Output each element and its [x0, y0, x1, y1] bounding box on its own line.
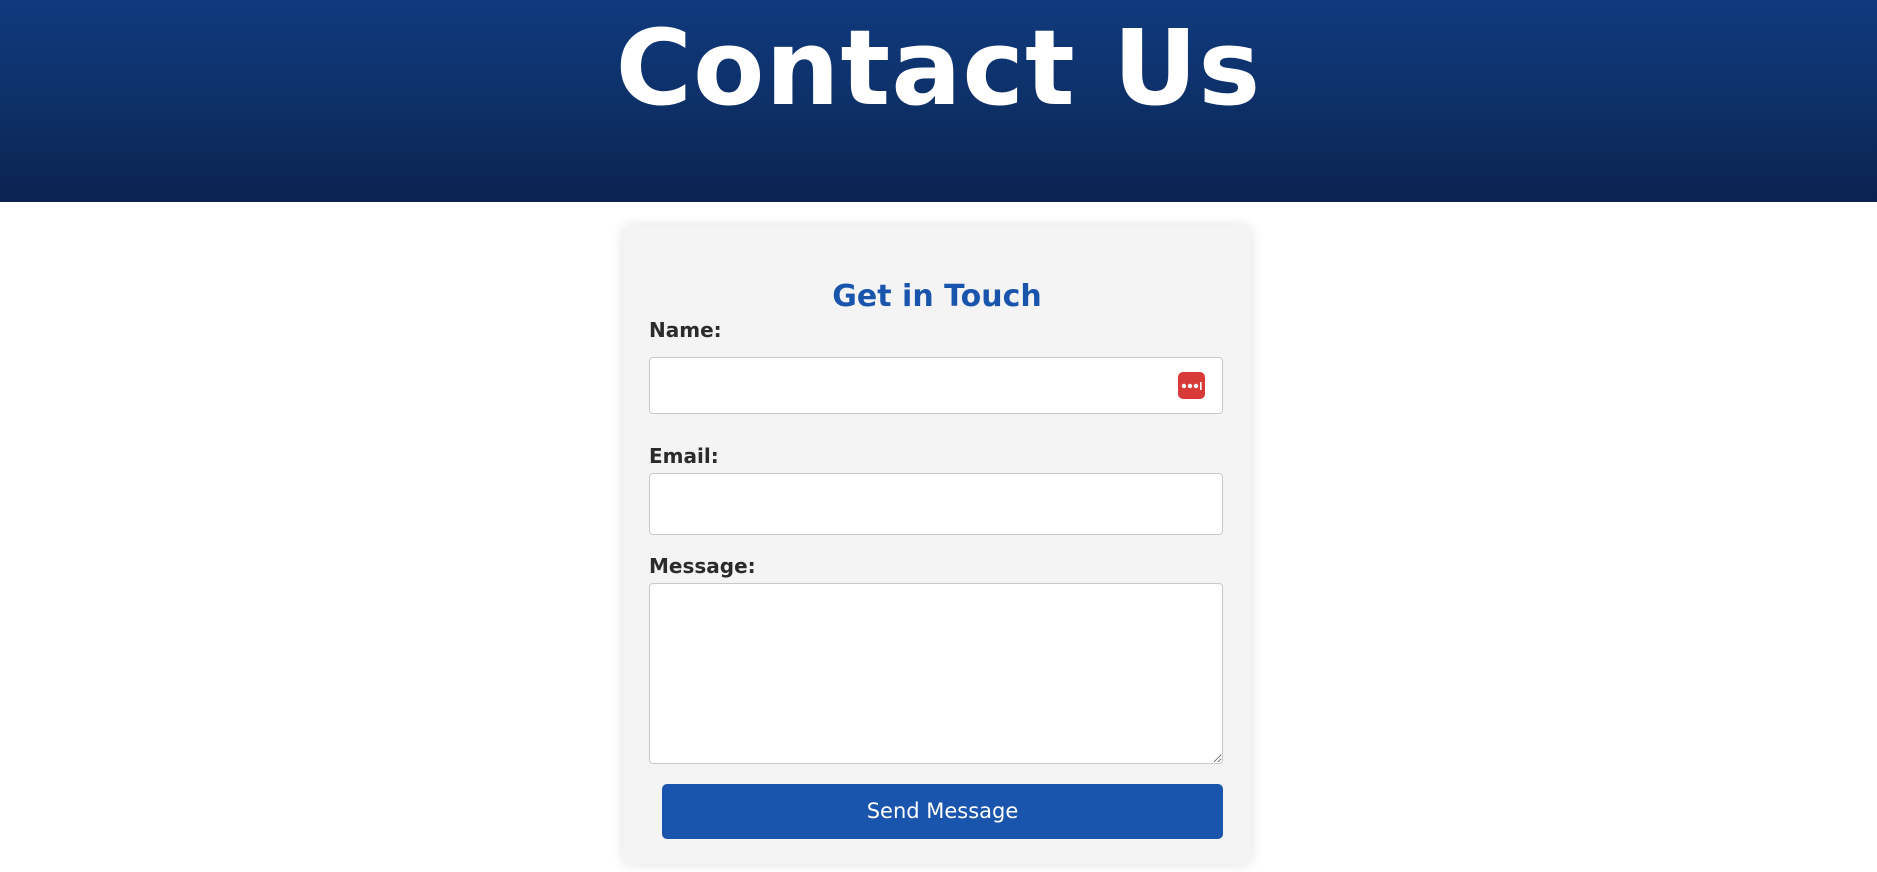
- email-input[interactable]: [649, 473, 1223, 535]
- message-label: Message:: [649, 554, 756, 578]
- name-label: Name:: [649, 318, 722, 342]
- dots-icon: [1181, 381, 1202, 390]
- form-title: Get in Touch: [832, 278, 1042, 314]
- password-manager-icon[interactable]: [1178, 372, 1205, 399]
- send-message-button[interactable]: Send Message: [662, 784, 1223, 839]
- contact-form: Get in Touch Name: Email: Message: Send …: [623, 226, 1251, 864]
- email-label: Email:: [649, 444, 719, 468]
- hero-banner: Contact Us: [0, 0, 1877, 202]
- name-input[interactable]: [649, 357, 1223, 414]
- page-title: Contact Us: [615, 6, 1262, 129]
- message-textarea[interactable]: [649, 583, 1223, 764]
